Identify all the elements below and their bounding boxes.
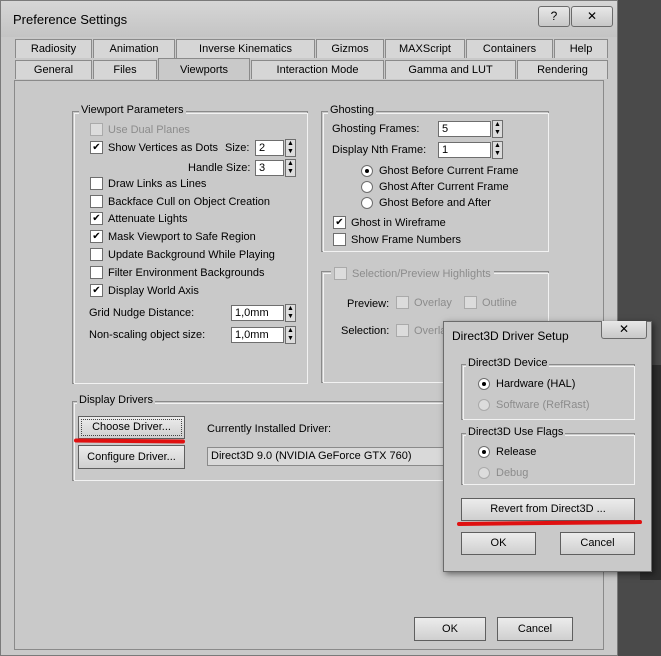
spinner-arrows-icon[interactable]: ▲ ▼ [285, 304, 296, 322]
dialog-close-button[interactable]: ✕ [601, 321, 647, 339]
checkbox-box [90, 123, 103, 136]
selection-label: Selection: [341, 325, 390, 337]
spinner-arrows-icon[interactable]: ▲ ▼ [492, 120, 503, 138]
filter-env-checkbox[interactable]: Filter Environment Backgrounds [90, 266, 265, 279]
tab-gizmos[interactable]: Gizmos [316, 39, 384, 58]
preview-label: Preview: [347, 298, 390, 310]
tab-radiosity[interactable]: Radiosity [15, 39, 92, 58]
tab-interaction-mode[interactable]: Interaction Mode [251, 60, 384, 79]
preview-overlay-checkbox[interactable]: Overlay [396, 296, 452, 309]
ghost-wireframe-checkbox[interactable]: ✔ Ghost in Wireframe [333, 216, 446, 229]
debug-radio[interactable]: Debug [478, 467, 528, 479]
update-background-checkbox[interactable]: Update Background While Playing [90, 248, 275, 261]
checkbox-box [90, 195, 103, 208]
checkbox-box [90, 177, 103, 190]
grid-nudge-label: Grid Nudge Distance: [89, 307, 195, 319]
direct3d-device-group: Direct3D Device [461, 357, 635, 420]
tab-gamma-and-lut[interactable]: Gamma and LUT [385, 60, 516, 79]
radio-button [478, 378, 490, 390]
ghost-after-radio[interactable]: Ghost After Current Frame [361, 181, 509, 193]
dialog-cancel-button[interactable]: Cancel [560, 532, 635, 555]
revert-from-direct3d-button[interactable]: Revert from Direct3D ... [461, 498, 635, 521]
group-title: Direct3D Use Flags [466, 426, 566, 438]
cancel-button[interactable]: Cancel [497, 617, 573, 641]
checkbox-box [464, 296, 477, 309]
checkbox-box [90, 266, 103, 279]
grid-nudge-spinner[interactable]: 1,0mm ▲ ▼ [231, 304, 296, 322]
release-radio[interactable]: Release [478, 446, 536, 458]
tab-viewports[interactable]: Viewports [158, 58, 250, 80]
spinner-arrows-icon[interactable]: ▲ ▼ [285, 139, 296, 157]
tab-help[interactable]: Help [554, 39, 608, 58]
ghost-before-after-radio[interactable]: Ghost Before and After [361, 197, 491, 209]
radio-button [361, 197, 373, 209]
group-title: Viewport Parameters [79, 104, 186, 116]
tab-animation[interactable]: Animation [93, 39, 175, 58]
check-icon: ✔ [90, 284, 103, 297]
spinner-arrows-icon[interactable]: ▲ ▼ [285, 326, 296, 344]
ghosting-frames-label: Ghosting Frames: [332, 123, 420, 135]
handle-size-spinner[interactable]: 3 ▲ ▼ [255, 159, 296, 177]
installed-driver-field: Direct3D 9.0 (NVIDIA GeForce GTX 760) [207, 447, 445, 466]
checkbox-box [396, 296, 409, 309]
show-frame-numbers-checkbox[interactable]: Show Frame Numbers [333, 233, 461, 246]
check-icon: ✔ [90, 230, 103, 243]
radio-button [361, 181, 373, 193]
help-button[interactable]: ? [538, 6, 570, 27]
title-bar: Preference Settings ? ✕ [1, 1, 617, 37]
tab-general[interactable]: General [15, 60, 92, 79]
radio-button [478, 446, 490, 458]
software-refrast-radio[interactable]: Software (RefRast) [478, 399, 590, 411]
group-title: Display Drivers [77, 394, 155, 406]
selection-highlights-checkbox[interactable]: Selection/Preview Highlights [331, 267, 494, 280]
display-nth-frame-spinner[interactable]: 1 ▲ ▼ [438, 141, 503, 159]
use-dual-planes-checkbox[interactable]: Use Dual Planes [90, 123, 190, 136]
dialog-title: Direct3D Driver Setup [452, 329, 569, 343]
tab-inverse-kinematics[interactable]: Inverse Kinematics [176, 39, 315, 58]
attenuate-lights-checkbox[interactable]: ✔ Attenuate Lights [90, 212, 188, 225]
show-vertices-checkbox[interactable]: ✔ Show Vertices as Dots [90, 141, 218, 154]
group-title: Ghosting [328, 104, 377, 116]
preview-outline-checkbox[interactable]: Outline [464, 296, 517, 309]
direct3d-driver-setup-dialog: Direct3D Driver Setup ✕ Direct3D Device … [443, 321, 652, 572]
handle-size-label: Handle Size: [188, 162, 251, 174]
mask-viewport-checkbox[interactable]: ✔ Mask Viewport to Safe Region [90, 230, 256, 243]
backface-cull-checkbox[interactable]: Backface Cull on Object Creation [90, 195, 270, 208]
display-world-axis-checkbox[interactable]: ✔ Display World Axis [90, 284, 199, 297]
size-spinner[interactable]: 2 ▲ ▼ [255, 139, 296, 157]
nonscaling-spinner[interactable]: 1,0mm ▲ ▼ [231, 326, 296, 344]
group-title: Direct3D Device [466, 357, 550, 369]
radio-button [478, 467, 490, 479]
checkbox-box [396, 324, 409, 337]
selection-overlay-checkbox[interactable]: Overla [396, 324, 446, 337]
hardware-hal-radio[interactable]: Hardware (HAL) [478, 378, 575, 390]
tab-containers[interactable]: Containers [466, 39, 553, 58]
ghosting-frames-spinner[interactable]: 5 ▲ ▼ [438, 120, 503, 138]
tab-files[interactable]: Files [93, 60, 157, 79]
spinner-arrows-icon[interactable]: ▲ ▼ [285, 159, 296, 177]
check-icon: ✔ [90, 141, 103, 154]
ghost-before-radio[interactable]: Ghost Before Current Frame [361, 165, 518, 177]
choose-driver-button[interactable]: Choose Driver... [78, 416, 185, 439]
check-icon: ✔ [90, 212, 103, 225]
display-nth-frame-label: Display Nth Frame: [332, 144, 427, 156]
tab-maxscript[interactable]: MAXScript [385, 39, 465, 58]
nonscaling-label: Non-scaling object size: [89, 329, 206, 341]
checkbox-box [333, 233, 346, 246]
window-title: Preference Settings [13, 12, 128, 27]
check-icon: ✔ [333, 216, 346, 229]
checkbox-box [90, 248, 103, 261]
radio-button [478, 399, 490, 411]
checkbox-box [334, 267, 347, 280]
close-button[interactable]: ✕ [571, 6, 613, 27]
spinner-arrows-icon[interactable]: ▲ ▼ [492, 141, 503, 159]
radio-button [361, 165, 373, 177]
ok-button[interactable]: OK [414, 617, 486, 641]
installed-driver-label: Currently Installed Driver: [207, 423, 332, 435]
dialog-ok-button[interactable]: OK [461, 532, 536, 555]
draw-links-checkbox[interactable]: Draw Links as Lines [90, 177, 206, 190]
configure-driver-button[interactable]: Configure Driver... [78, 445, 185, 469]
size-label: Size: [225, 142, 250, 154]
tab-rendering[interactable]: Rendering [517, 60, 608, 79]
